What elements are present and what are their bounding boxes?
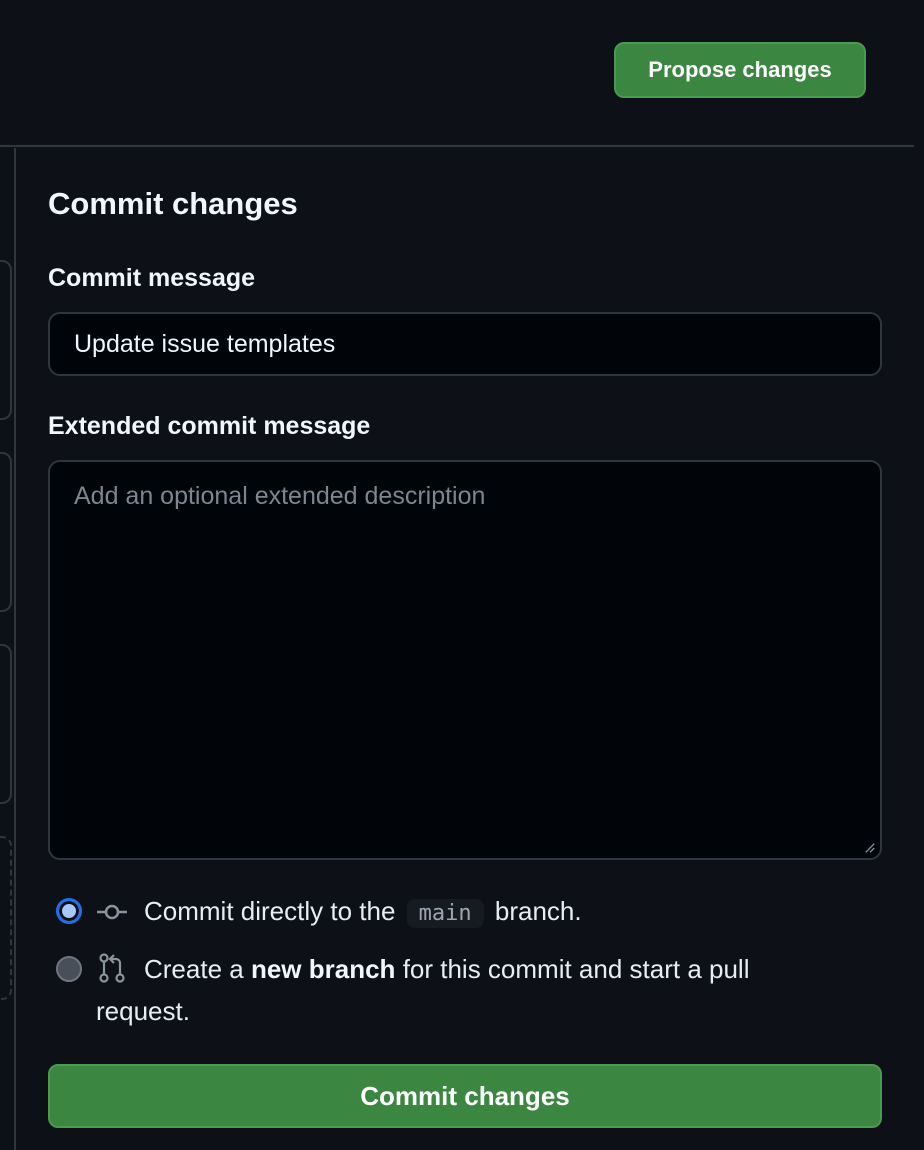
- background-card: [0, 260, 12, 420]
- extended-message-label: Extended commit message: [48, 412, 371, 440]
- commit-page: Propose changes Commit changes Commit me…: [0, 0, 924, 1150]
- new-branch-bold: new branch: [250, 954, 396, 984]
- background-card: [0, 644, 12, 804]
- new-branch-text: Create a new branch for this commit and …: [144, 948, 884, 990]
- background-card-dashed: [0, 836, 12, 1000]
- panel-title: Commit changes: [48, 186, 298, 221]
- new-branch-continuation: request.: [96, 996, 190, 1026]
- commit-directly-option[interactable]: Commit directly to the main branch.: [48, 890, 882, 934]
- commit-changes-button[interactable]: Commit changes: [48, 1064, 882, 1128]
- commit-directly-text: Commit directly to the main branch.: [144, 890, 582, 935]
- extended-message-textarea[interactable]: [48, 460, 882, 860]
- commit-directly-suffix: branch.: [494, 896, 582, 926]
- git-commit-icon: [97, 904, 127, 920]
- resize-grip-icon[interactable]: [864, 842, 876, 854]
- propose-changes-button[interactable]: Propose changes: [614, 42, 866, 98]
- commit-message-input[interactable]: [48, 312, 882, 376]
- new-branch-prefix: Create a: [144, 954, 244, 984]
- top-bar: Propose changes: [0, 0, 914, 147]
- editor-panel-edge: [0, 148, 16, 1150]
- git-pull-request-icon: [99, 953, 125, 983]
- new-branch-radio[interactable]: [56, 956, 82, 982]
- branch-name-chip: main: [406, 899, 484, 928]
- commit-directly-prefix: Commit directly to the: [144, 896, 396, 926]
- new-branch-suffix: for this commit and start a pull: [402, 954, 750, 984]
- background-card: [0, 452, 12, 612]
- commit-message-label: Commit message: [48, 264, 256, 292]
- new-branch-option[interactable]: Create a new branch for this commit and …: [48, 948, 882, 1036]
- commit-directly-radio[interactable]: [56, 898, 82, 924]
